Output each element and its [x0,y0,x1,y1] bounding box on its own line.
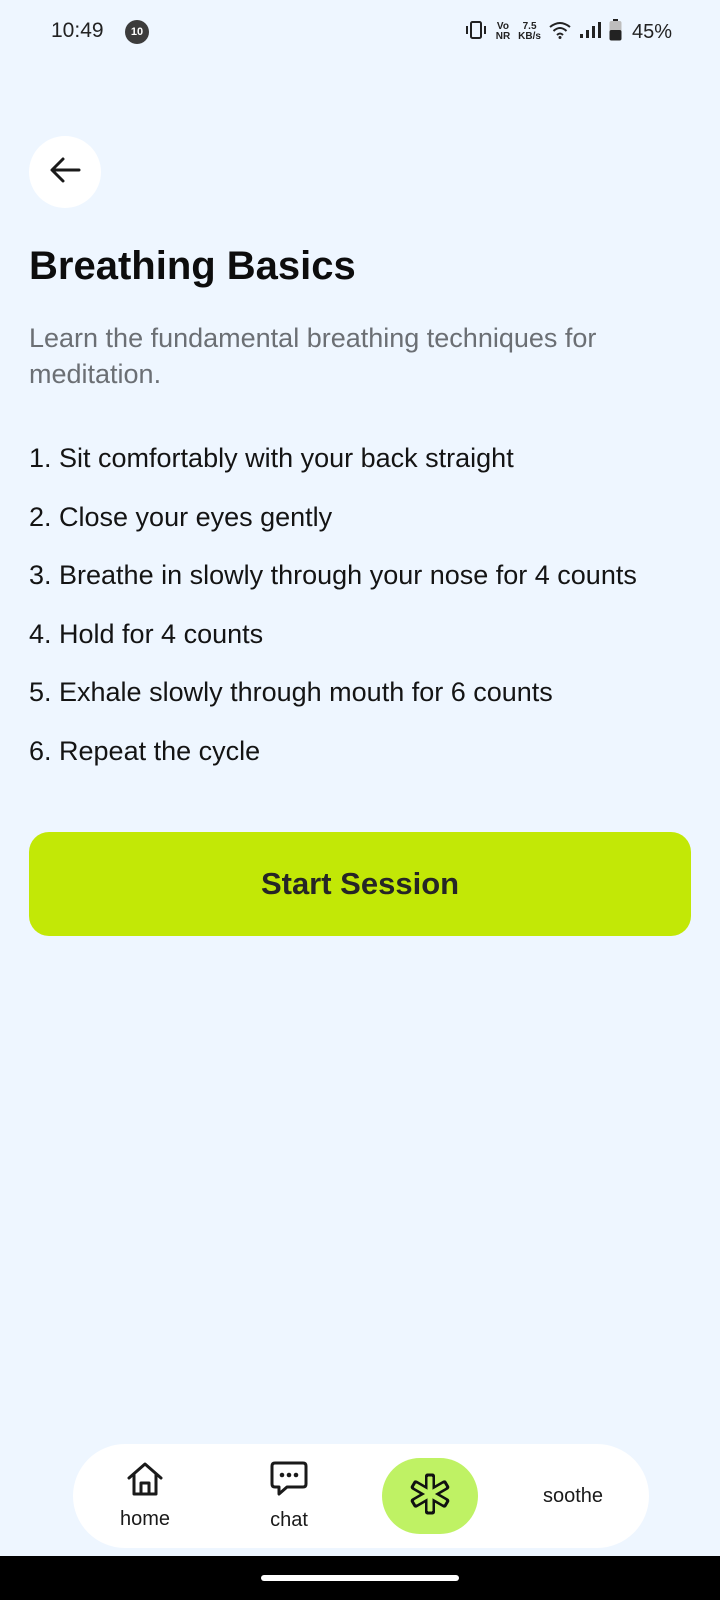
system-nav-bar [0,1556,720,1600]
volte-bottom: NR [495,31,511,42]
nav-home[interactable]: home [95,1444,195,1548]
back-button[interactable] [29,136,101,208]
back-arrow-icon [49,156,81,189]
nav-chat[interactable]: chat [239,1444,339,1548]
chat-icon [269,1460,309,1503]
step-item: 6. Repeat the cycle [29,735,261,766]
home-icon [125,1461,165,1502]
volte-indicator: Vo NR [496,22,510,42]
step-item: 4. Hold for 4 counts [29,618,264,649]
network-speed: 7.5 KB/s [518,22,541,42]
nav-meditate-active[interactable] [382,1458,478,1534]
wifi-icon [549,21,571,44]
status-bar: 10:49 10 Vo NR 7.5 KB/s 45% [0,0,720,64]
notification-badge: 10 [125,20,149,44]
step-item: 3. Breathe in slowly through your nose f… [29,560,637,591]
page-title: Breathing Basics [29,244,356,288]
steps-list: 1. Sit comfortably with your back straig… [29,440,637,792]
start-session-button[interactable]: Start Session [29,832,691,936]
nav-home-label: home [119,1508,171,1530]
nav-chat-label: chat [270,1509,308,1531]
home-indicator[interactable] [261,1575,459,1581]
speed-unit: KB/s [518,31,541,42]
battery-icon [609,18,622,46]
page-subtitle: Learn the fundamental breathing techniqu… [29,323,597,389]
step-item: 5. Exhale slowly through mouth for 6 cou… [29,677,553,708]
asterisk-icon [408,1472,452,1521]
step-item: 2. Close your eyes gently [29,501,333,532]
step-item: 1. Sit comfortably with your back straig… [29,443,514,473]
battery-percentage: 45% [631,20,672,43]
status-icons: Vo NR 7.5 KB/s 45% [464,14,672,50]
signal-icon [579,21,601,44]
status-time: 10:49 [51,19,104,42]
nav-soothe-label: soothe [542,1484,604,1507]
vibrate-icon [464,20,488,45]
nav-soothe[interactable]: soothe [513,1444,633,1548]
bottom-nav: home chat soothe [73,1444,649,1548]
